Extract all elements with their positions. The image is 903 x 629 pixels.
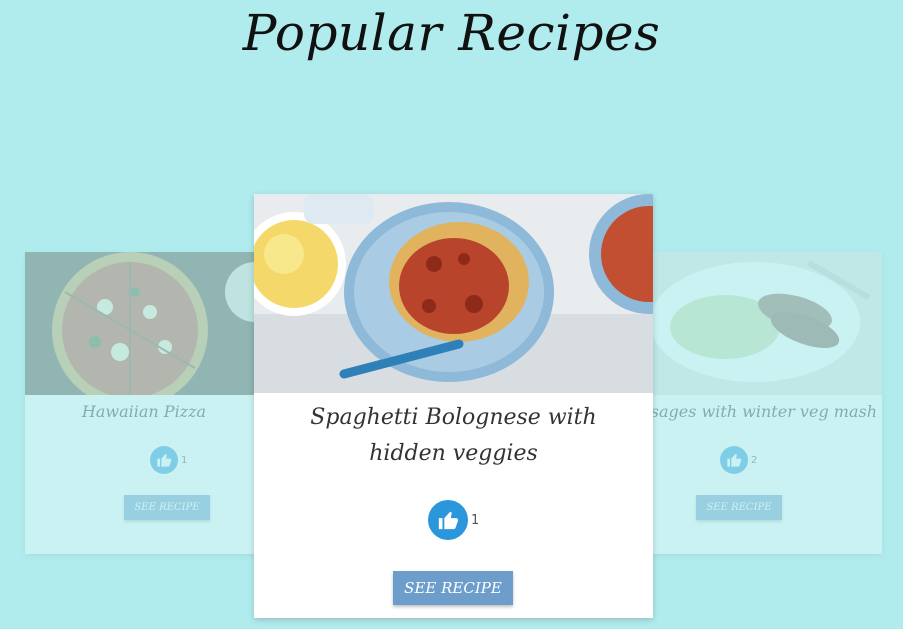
like-group[interactable]: 2 <box>720 446 757 474</box>
like-count: 1 <box>181 454 188 466</box>
recipe-image-spaghetti[interactable] <box>254 194 653 393</box>
see-recipe-button[interactable]: SEE RECIPE <box>696 495 782 520</box>
see-recipe-button[interactable]: SEE RECIPE <box>393 571 513 605</box>
recipe-name: Sausages with winter veg mash <box>645 402 877 421</box>
recipe-name: Spaghetti Bolognese with hidden veggies <box>310 405 597 466</box>
recipe-card-sausages[interactable]: Sausages with winter veg mash 2 SEE RECI… <box>645 252 882 554</box>
recipe-image-pizza[interactable] <box>25 252 263 395</box>
recipe-name: Hawaiian Pizza <box>81 402 207 421</box>
recipe-image-sausages[interactable] <box>645 252 882 395</box>
thumbs-up-icon[interactable] <box>720 446 748 474</box>
recipe-card-spaghetti[interactable]: Spaghetti Bolognese with hidden veggies … <box>254 194 653 618</box>
see-recipe-button[interactable]: SEE RECIPE <box>124 495 210 520</box>
like-group[interactable]: 1 <box>150 446 187 474</box>
page-title: Popular Recipes <box>242 4 661 62</box>
like-count: 1 <box>471 512 480 528</box>
thumbs-up-icon[interactable] <box>150 446 178 474</box>
like-group[interactable]: 1 <box>428 500 479 540</box>
thumbs-up-icon[interactable] <box>428 500 468 540</box>
like-count: 2 <box>751 454 758 466</box>
recipe-card-hawaiian-pizza[interactable]: Hawaiian Pizza 1 SEE RECIPE <box>25 252 263 554</box>
